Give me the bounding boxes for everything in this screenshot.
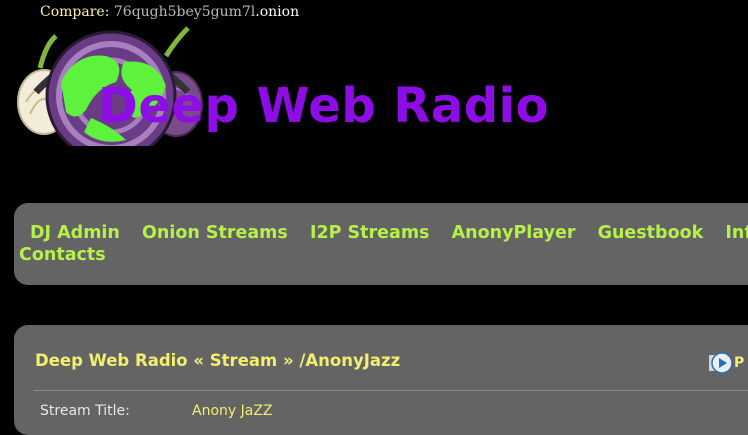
- nav-contacts[interactable]: Contacts: [19, 245, 106, 265]
- stream-title-label: Stream Title:: [40, 403, 130, 419]
- play-label[interactable]: P: [734, 355, 744, 371]
- nav-onion-streams[interactable]: Onion Streams: [142, 223, 288, 243]
- stream-panel-title: Deep Web Radio « Stream » /AnonyJazz: [35, 351, 401, 370]
- stream-panel: Deep Web Radio « Stream » /AnonyJazz P S…: [14, 325, 748, 435]
- nav-i2p-streams[interactable]: I2P Streams: [310, 223, 430, 243]
- site-title: Deep Web Radio: [98, 78, 550, 134]
- compare-line: Compare: 76qugh5bey5gum7l.onion: [40, 4, 299, 20]
- compare-onion-prefix[interactable]: 76qugh5bey5gum7l: [114, 4, 255, 20]
- main-nav-bar: DJ Admin Onion Streams I2P Streams Anony…: [14, 203, 748, 285]
- panel-divider: [34, 390, 748, 391]
- stream-title-value: Anony JaZZ: [192, 403, 273, 419]
- nav-row: DJ Admin Onion Streams I2P Streams Anony…: [30, 223, 748, 243]
- compare-label: Compare:: [40, 4, 110, 20]
- compare-onion-suffix[interactable]: .onion: [255, 4, 299, 20]
- play-control[interactable]: P: [709, 352, 748, 374]
- play-icon[interactable]: [709, 352, 733, 374]
- nav-anonyplayer[interactable]: AnonyPlayer: [452, 223, 576, 243]
- nav-info[interactable]: Inf: [725, 223, 748, 243]
- nav-guestbook[interactable]: Guestbook: [598, 223, 704, 243]
- nav-row-2: Contacts: [19, 245, 123, 265]
- nav-dj-admin[interactable]: DJ Admin: [30, 223, 120, 243]
